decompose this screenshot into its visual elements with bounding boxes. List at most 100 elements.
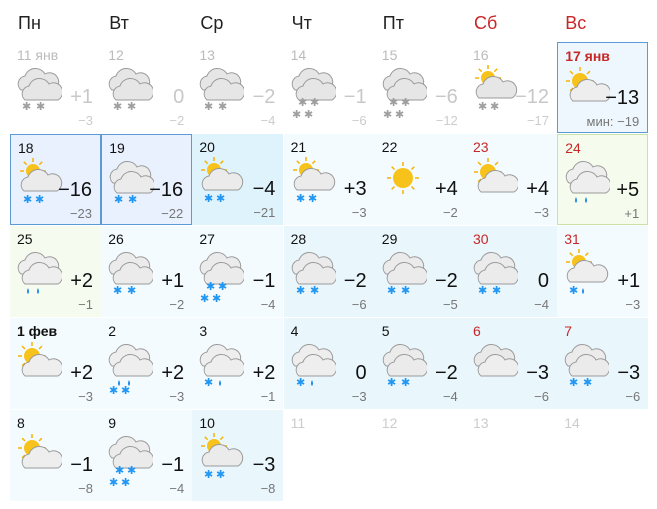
temp-min: −2 [169,297,185,312]
day-date: 20 [199,139,215,155]
day-cell[interactable]: 30 ✱ ✱ 0 −4 [466,226,557,317]
cloudy-snow-icon: ✱ ✱ [291,252,336,297]
day-cell[interactable]: 20 ✱ ✱ −4 −21 [192,134,284,225]
temp-max: +2 [70,270,93,292]
day-cell[interactable]: 24 +5 +1 [557,134,649,225]
svg-text:✱: ✱ [212,292,221,304]
svg-text:✱: ✱ [304,108,313,120]
day-cell[interactable]: 29 ✱ ✱ −2 −5 [374,226,466,317]
sun-cloud-icon [566,67,611,102]
svg-text:✱: ✱ [296,192,305,205]
temp-max: −2 [343,270,367,292]
temp-min: −6 [534,389,549,404]
day-cell[interactable]: 2 ✱ ✱ +2 −3 [101,318,193,409]
day-cell[interactable]: 7 ✱ ✱ −3 −6 [557,318,649,409]
day-cell[interactable]: 31 ✱ +1 −3 [557,226,649,317]
cloudy-sleet-icon: ✱ [200,344,245,389]
day-date: 10 [199,415,215,431]
day-date: 3 [199,323,208,339]
temp-min: −4 [534,297,549,312]
sun-cloud-icon [474,158,518,193]
day-cell-empty: 12 [375,410,466,501]
day-cell[interactable]: 14 ✱ ✱ ✱ ✱ −1 −6 [284,42,375,133]
day-cell[interactable]: 26 ✱ ✱ +1 −2 [101,226,193,317]
day-date: 13 [199,47,215,63]
day-date: 8 [17,415,25,431]
temp-min: −8 [260,481,276,496]
day-date: 31 [564,231,580,247]
svg-text:✱: ✱ [121,476,130,488]
day-cell[interactable]: 28 ✱ ✱ −2 −6 [283,226,375,317]
svg-text:✱: ✱ [204,100,213,113]
day-date: 11 янв [17,47,59,63]
temp-min: −6 [351,297,367,312]
cloudy-rain-icon [565,161,611,203]
sun-cloud-snow-icon: ✱ ✱ [201,433,244,481]
temp-min: −1 [260,389,276,404]
temp-max: −2 [252,86,276,108]
cloudy-snow-icon: ✱ ✱ [564,344,610,389]
day-cell[interactable]: 27 ✱ ✱ ✱ ✱ −1 −4 [192,226,284,317]
day-date: 29 [381,231,398,247]
sun-cloud-icon [18,342,62,377]
day-cell[interactable]: 4 ✱ 0 −3 [283,318,375,409]
cloudy-icon [473,344,518,377]
day-cell[interactable]: 23 +4 −3 [466,134,557,225]
cloudy-snow-icon: ✱ ✱ [382,344,427,389]
day-cell[interactable]: 1 фев +2 −3 [10,318,101,409]
svg-text:✱: ✱ [23,193,32,206]
day-cell[interactable]: 9 ✱ ✱ ✱ ✱ −1 −4 [101,410,193,501]
day-cell[interactable]: 19 ✱ ✱ −16 −22 [101,134,193,225]
weekday-label: Вт [109,13,129,33]
temp-max: +5 [616,179,640,201]
day-cell-today[interactable]: 17 янв −13 мин: −19 [557,42,649,133]
cloudy-snow-icon: ✱ ✱ [17,68,62,113]
day-cell[interactable]: 22 +4 −2 [374,134,466,225]
svg-text:✱: ✱ [569,376,578,389]
day-cell[interactable]: 16 ✱ ✱ −12 −17 [466,42,557,133]
day-date: 23 [473,139,489,155]
temp-min: −3 [78,113,93,128]
day-date: 9 [108,415,116,431]
temp-max: +3 [343,178,367,200]
day-cell[interactable]: 18 ✱ ✱ −16 −23 [10,134,101,225]
day-cell[interactable]: 21 ✱ ✱ +3 −3 [283,134,375,225]
weekday-label: Вс [565,13,587,33]
svg-text:✱: ✱ [216,468,225,481]
day-date: 11 [290,415,306,431]
svg-text:✱: ✱ [292,108,301,120]
temp-max: −1 [70,454,93,476]
day-cell[interactable]: 10 ✱ ✱ −3 −8 [192,410,284,501]
cloudy-heavy-snow-icon: ✱ ✱✱ ✱ [291,68,336,120]
temp-min: −3 [78,389,93,404]
temp-min: −3 [625,297,641,312]
temp-max: +2 [161,362,185,384]
temp-max: −13 [605,87,640,109]
svg-text:✱: ✱ [109,476,118,488]
day-cell[interactable]: 8 −1 −8 [10,410,101,501]
day-cell[interactable]: 5 ✱ ✱ −2 −4 [374,318,466,409]
day-date: 15 [381,47,398,63]
day-cell[interactable]: 3 ✱ +2 −1 [192,318,284,409]
cloudy-heavy-snow-icon: ✱ ✱✱ ✱ [200,252,245,304]
svg-text:✱: ✱ [128,193,137,206]
temp-min: −1 [78,297,93,312]
day-date: 21 [290,139,307,155]
day-cell[interactable]: 15 ✱ ✱ ✱ ✱ −6 −12 [375,42,466,133]
day-date: 5 [381,323,390,339]
day-cell[interactable]: 6 −3 −6 [466,318,557,409]
temp-max: −16 [149,179,184,201]
day-date: 25 [17,231,33,247]
weekday-label: Пт [382,13,404,33]
day-cell[interactable]: 25 +2 −1 [10,226,101,317]
temp-min: −4 [442,389,458,404]
svg-text:✱: ✱ [109,384,118,396]
temp-max: +2 [70,362,93,384]
day-cell[interactable]: 12 ✱ ✱ 0 −2 [101,42,192,133]
day-cell[interactable]: 11 янв ✱ ✱ +1 −3 [10,42,101,133]
temp-max: −3 [252,454,276,476]
day-cell[interactable]: 13 ✱ ✱ −2 −4 [192,42,283,133]
temp-max: −2 [434,270,458,292]
cloudy-snow-icon: ✱ ✱ [109,161,155,206]
temp-min: +1 [624,206,640,221]
